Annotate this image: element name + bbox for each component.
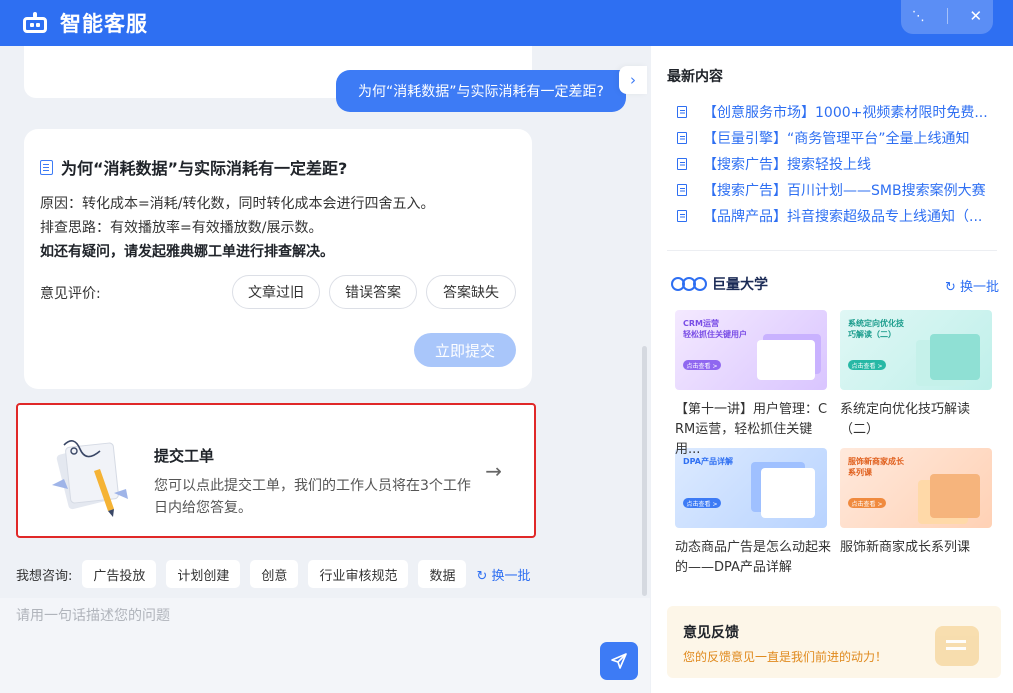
course-caption[interactable]: 服饰新商家成长系列课 [840,538,998,558]
course-thumbnail[interactable]: 服饰新商家成长 系列课 点击查看 > [840,448,992,528]
course-caption-line: RM运营，轻松抓住关键用... [675,422,813,457]
robot-icon [22,12,48,34]
collapse-sidebar-button[interactable]: › [619,66,647,94]
refresh-icon: ↻ [476,568,488,584]
feedback-missing-answer-button[interactable]: 答案缺失 [426,275,516,309]
chat-panel: 为何“消耗数据”与实际消耗有一定差距? › 为何“消耗数据”与实际消耗有一定差距… [0,46,650,693]
consult-chip-ad-delivery[interactable]: 广告投放 [82,560,157,588]
consult-refresh-button[interactable]: ↻ 换一批 [476,565,530,584]
course-thumb-button: 点击查看 > [683,498,721,508]
news-item-text: 【巨量引擎】“商务管理平台”全量上线通知 [703,131,970,147]
course-caption-line: 【第十一讲】用户管理：C [675,402,828,417]
course-thumbnail[interactable]: DPA产品详解 点击查看 > [675,448,827,528]
course-thumb-button: 点击查看 > [683,360,721,370]
course-thumbnail[interactable]: CRM运营 轻松抓住关键用户 点击查看 > [675,310,827,390]
course-caption[interactable]: 【第十一讲】用户管理：C RM运营，轻松抓住关键用... [675,400,833,460]
answer-followup: 如还有疑问，请发起雅典娜工单进行排查解决。 [40,244,334,260]
close-icon[interactable]: ✕ [969,7,982,25]
course-art-shape [757,340,815,380]
ticket-illustration-icon [52,440,128,517]
university-refresh-label: 换一批 [959,280,999,295]
course-caption[interactable]: 动态商品广告是怎么动起来 的——DPA产品详解 [675,538,833,578]
course-art-shape [761,468,815,518]
consult-chip-review-rules[interactable]: 行业审核规范 [308,560,409,588]
consult-label: 我想咨询: [16,568,73,584]
news-item[interactable]: 【搜索广告】搜索轻投上线 [677,154,871,174]
latest-content-title: 最新内容 [667,69,723,85]
course-thumb-title: 系统定向优化技 巧解读（二） [848,319,904,339]
course-thumb-title: 服饰新商家成长 系列课 [848,457,904,477]
document-icon [677,106,687,118]
news-item[interactable]: 【创意服务市场】1000+视频素材限时免费... [677,102,988,122]
university-refresh-button[interactable]: ↻ 换一批 [945,276,999,295]
university-name: 巨量大学 [712,277,768,293]
news-item[interactable]: 【巨量引擎】“商务管理平台”全量上线通知 [677,128,970,148]
message-input[interactable] [16,602,576,628]
answer-card: 为何“消耗数据”与实际消耗有一定差距? 原因：转化成本=消耗/转化数，同时转化成… [24,129,532,389]
document-icon [677,210,687,222]
course-thumb-button: 点击查看 > [848,360,886,370]
university-logo: 巨量大学 [671,274,768,294]
course-caption-line: 系统定向优化技巧解读 [840,402,971,417]
feedback-icon [935,626,979,666]
course-caption-line: 的——DPA产品详解 [675,560,792,575]
course-art-shape [930,334,980,380]
course-caption-line: 服饰新商家成长系列课 [840,540,971,555]
course-thumbnail[interactable]: 系统定向优化技 巧解读（二） 点击查看 > [840,310,992,390]
news-item-text: 【创意服务市场】1000+视频素材限时免费... [703,105,988,121]
news-item-text: 【搜索广告】搜索轻投上线 [703,157,871,173]
ticket-description: 您可以点此提交工单，我们的工作人员将在3个工作日内给您答复。 [154,478,471,516]
window-controls: ⋱ ✕ [901,0,993,34]
feedback-wrong-answer-button[interactable]: 错误答案 [329,275,417,309]
course-caption[interactable]: 系统定向优化技巧解读 （二） [840,400,998,440]
submit-feedback-button[interactable]: 立即提交 [414,333,516,367]
refresh-icon: ↻ [944,280,956,295]
divider [667,250,997,251]
document-icon [40,159,53,175]
feedback-card[interactable]: 意见反馈 您的反馈意见一直是我们前进的动力！ [667,606,1001,678]
consult-chip-plan-creation[interactable]: 计划创建 [166,560,241,588]
answer-question: 为何“消耗数据”与实际消耗有一定差距? [40,155,347,179]
ticket-title: 提交工单 [154,447,215,465]
sidebar-panel: 最新内容 【创意服务市场】1000+视频素材限时免费... 【巨量引擎】“商务管… [651,46,1013,693]
send-icon [611,653,627,669]
chevron-right-icon: › [630,71,636,89]
course-thumb-button: 点击查看 > [848,498,886,508]
document-icon [677,184,687,196]
consult-refresh-label: 换一批 [491,568,531,584]
arrow-right-icon[interactable]: → [485,459,502,483]
feedback-title: 意见反馈 [683,625,739,641]
news-item-text: 【搜索广告】百川计划——SMB搜索案例大赛 [703,183,986,199]
consult-bar: 我想咨询: 广告投放 计划创建 创意 行业审核规范 数据 ↻ 换一批 [16,560,531,588]
feedback-outdated-button[interactable]: 文章过旧 [232,275,320,309]
chat-scrollbar[interactable] [642,346,647,596]
consult-chip-creative[interactable]: 创意 [250,560,299,588]
ocean-engine-logo-icon [671,277,707,291]
submit-ticket-card[interactable]: 提交工单 您可以点此提交工单，我们的工作人员将在3个工作日内给您答复。 → [16,403,536,538]
course-art-shape [930,474,980,518]
news-item[interactable]: 【品牌产品】抖音搜索超级品专上线通知（... [677,206,982,226]
course-caption-line: 动态商品广告是怎么动起来 [675,540,832,555]
feedback-label: 意见评价: [40,286,101,302]
news-item-text: 【品牌产品】抖音搜索超级品专上线通知（... [703,209,983,225]
message-input-area [0,598,650,693]
send-button[interactable] [600,642,638,680]
header-bar: 智能客服 ⋱ ✕ [0,0,1013,46]
news-item[interactable]: 【搜索广告】百川计划——SMB搜索案例大赛 [677,180,986,200]
answer-approach: 排查思路：有效播放率=有效播放数/展示数。 [40,220,323,236]
user-message: 为何“消耗数据”与实际消耗有一定差距? [336,70,626,112]
document-icon [677,132,687,144]
minimize-icon[interactable]: ⋱ [912,9,925,24]
answer-question-text: 为何“消耗数据”与实际消耗有一定差距? [61,159,348,178]
answer-reason: 原因：转化成本=消耗/转化数，同时转化成本会进行四舍五入。 [40,196,435,212]
course-caption-line: （二） [840,422,880,437]
course-thumb-title: CRM运营 轻松抓住关键用户 [683,319,747,339]
document-icon [677,158,687,170]
feedback-description: 您的反馈意见一直是我们前进的动力！ [683,650,888,664]
consult-chip-data[interactable]: 数据 [418,560,467,588]
app-title: 智能客服 [60,12,148,36]
